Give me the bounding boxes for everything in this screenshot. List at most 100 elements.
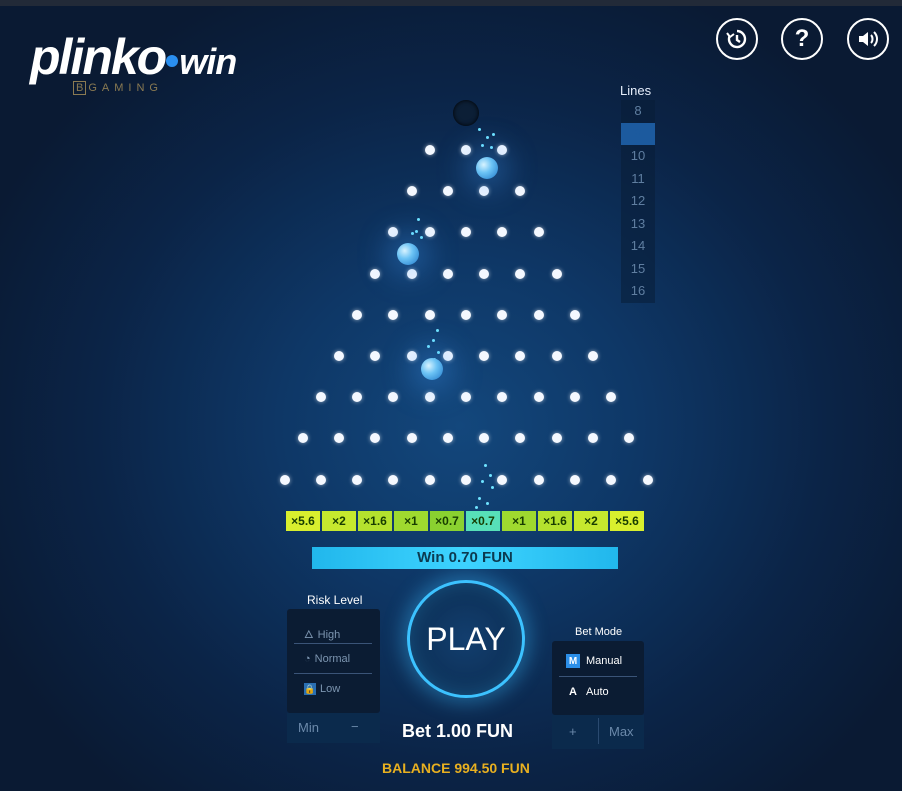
max-bet-button[interactable]: Max	[609, 724, 634, 739]
peg	[461, 392, 471, 403]
peg	[533, 474, 544, 485]
bet-min-controls: Min −	[287, 713, 380, 743]
lines-option[interactable]: 13	[621, 213, 655, 236]
risk-level-title: Risk Level	[307, 593, 363, 607]
ball-trail-spark	[437, 351, 440, 354]
peg	[533, 309, 544, 320]
peg	[569, 474, 580, 485]
decrease-bet-button[interactable]: −	[351, 719, 359, 734]
peg	[551, 351, 562, 361]
peg	[497, 309, 508, 320]
manual-mode-icon: M	[566, 654, 580, 668]
peg	[388, 474, 399, 485]
peg	[515, 186, 526, 197]
peg	[424, 392, 435, 403]
peg	[388, 392, 399, 403]
peg	[442, 433, 453, 444]
peg	[352, 392, 363, 403]
multiplier-slot-hit: ×0.7	[466, 511, 500, 531]
peg	[461, 145, 471, 155]
ball-trail-spark	[420, 236, 423, 239]
lines-option[interactable]: 8	[621, 100, 655, 123]
ball-trail-spark	[490, 146, 493, 149]
divider	[294, 673, 372, 674]
bet-mode-title: Bet Mode	[575, 626, 623, 638]
multiplier-slot: ×1.6	[358, 511, 392, 531]
lock-icon: 🔒	[304, 683, 316, 695]
peg	[370, 268, 381, 279]
play-button[interactable]: PLAY	[407, 580, 525, 698]
peg	[461, 227, 471, 238]
ball-trail-spark	[427, 345, 430, 348]
auto-mode-option[interactable]: A Auto	[566, 685, 609, 699]
lines-option[interactable]: 15	[621, 258, 655, 281]
peg	[406, 186, 417, 197]
peg	[442, 351, 453, 361]
peg	[333, 433, 344, 444]
peg	[424, 145, 435, 155]
peg	[442, 268, 453, 279]
ball-trail-spark	[436, 329, 439, 332]
peg	[370, 433, 381, 444]
sound-button[interactable]	[847, 18, 889, 60]
flame-icon: 🜂	[304, 629, 314, 641]
peg	[497, 145, 508, 155]
lines-option-selected[interactable]: 9	[621, 122, 655, 145]
min-bet-button[interactable]: Min	[298, 720, 319, 735]
peg	[424, 309, 435, 320]
peg	[515, 351, 526, 361]
peg	[551, 433, 562, 444]
peg	[315, 474, 326, 485]
peg	[461, 309, 471, 320]
peg	[606, 474, 617, 485]
peg	[424, 227, 435, 238]
risk-high-option[interactable]: 🜂 High	[304, 623, 340, 645]
history-button[interactable]	[716, 18, 758, 60]
divider	[294, 643, 372, 644]
ball-trail-spark	[492, 133, 495, 136]
peg	[352, 309, 363, 320]
peg	[606, 392, 617, 403]
ball	[421, 358, 443, 380]
multiplier-row: ×5.6 ×2 ×1.6 ×1 ×0.7 ×0.7 ×1 ×1.6 ×2 ×5.…	[286, 511, 644, 531]
ball	[476, 157, 498, 179]
peg	[479, 186, 490, 197]
multiplier-slot: ×5.6	[610, 511, 644, 531]
divider	[559, 676, 637, 677]
peg	[479, 351, 490, 361]
lines-option[interactable]: 10	[621, 145, 655, 168]
ball-trail-spark	[489, 474, 492, 477]
risk-normal-option[interactable]: ◔ Normal	[304, 653, 350, 665]
ball-drop-hole	[453, 100, 479, 126]
ball-trail-spark	[475, 506, 478, 509]
help-button[interactable]: ?	[781, 18, 823, 60]
ball-trail-spark	[486, 502, 489, 505]
multiplier-slot: ×1.6	[538, 511, 572, 531]
lines-option[interactable]: 12	[621, 190, 655, 213]
multiplier-slot: ×1	[394, 511, 428, 531]
lines-selector[interactable]: 8 9 10 11 12 13 14 15 16	[621, 100, 655, 303]
peg	[352, 474, 363, 485]
peg	[388, 227, 399, 238]
auto-mode-icon: A	[569, 686, 577, 698]
peg	[569, 392, 580, 403]
peg	[424, 474, 435, 485]
lines-option[interactable]: 14	[621, 235, 655, 258]
multiplier-slot: ×2	[322, 511, 356, 531]
lines-option[interactable]: 11	[621, 168, 655, 191]
risk-low-option[interactable]: 🔒 Low	[304, 683, 340, 695]
peg	[642, 474, 653, 485]
ball	[397, 243, 419, 265]
peg	[388, 309, 399, 320]
balance: BALANCE 994.50 FUN	[382, 760, 530, 776]
history-icon	[726, 29, 747, 49]
increase-bet-button[interactable]: +	[569, 724, 577, 739]
ball-trail-spark	[491, 486, 494, 489]
ball-trail-spark	[417, 218, 420, 221]
multiplier-slot: ×2	[574, 511, 608, 531]
lines-option[interactable]: 16	[621, 280, 655, 303]
peg	[569, 309, 580, 320]
manual-mode-option[interactable]: M Manual	[566, 654, 622, 668]
divider	[598, 718, 599, 744]
peg	[406, 433, 417, 444]
